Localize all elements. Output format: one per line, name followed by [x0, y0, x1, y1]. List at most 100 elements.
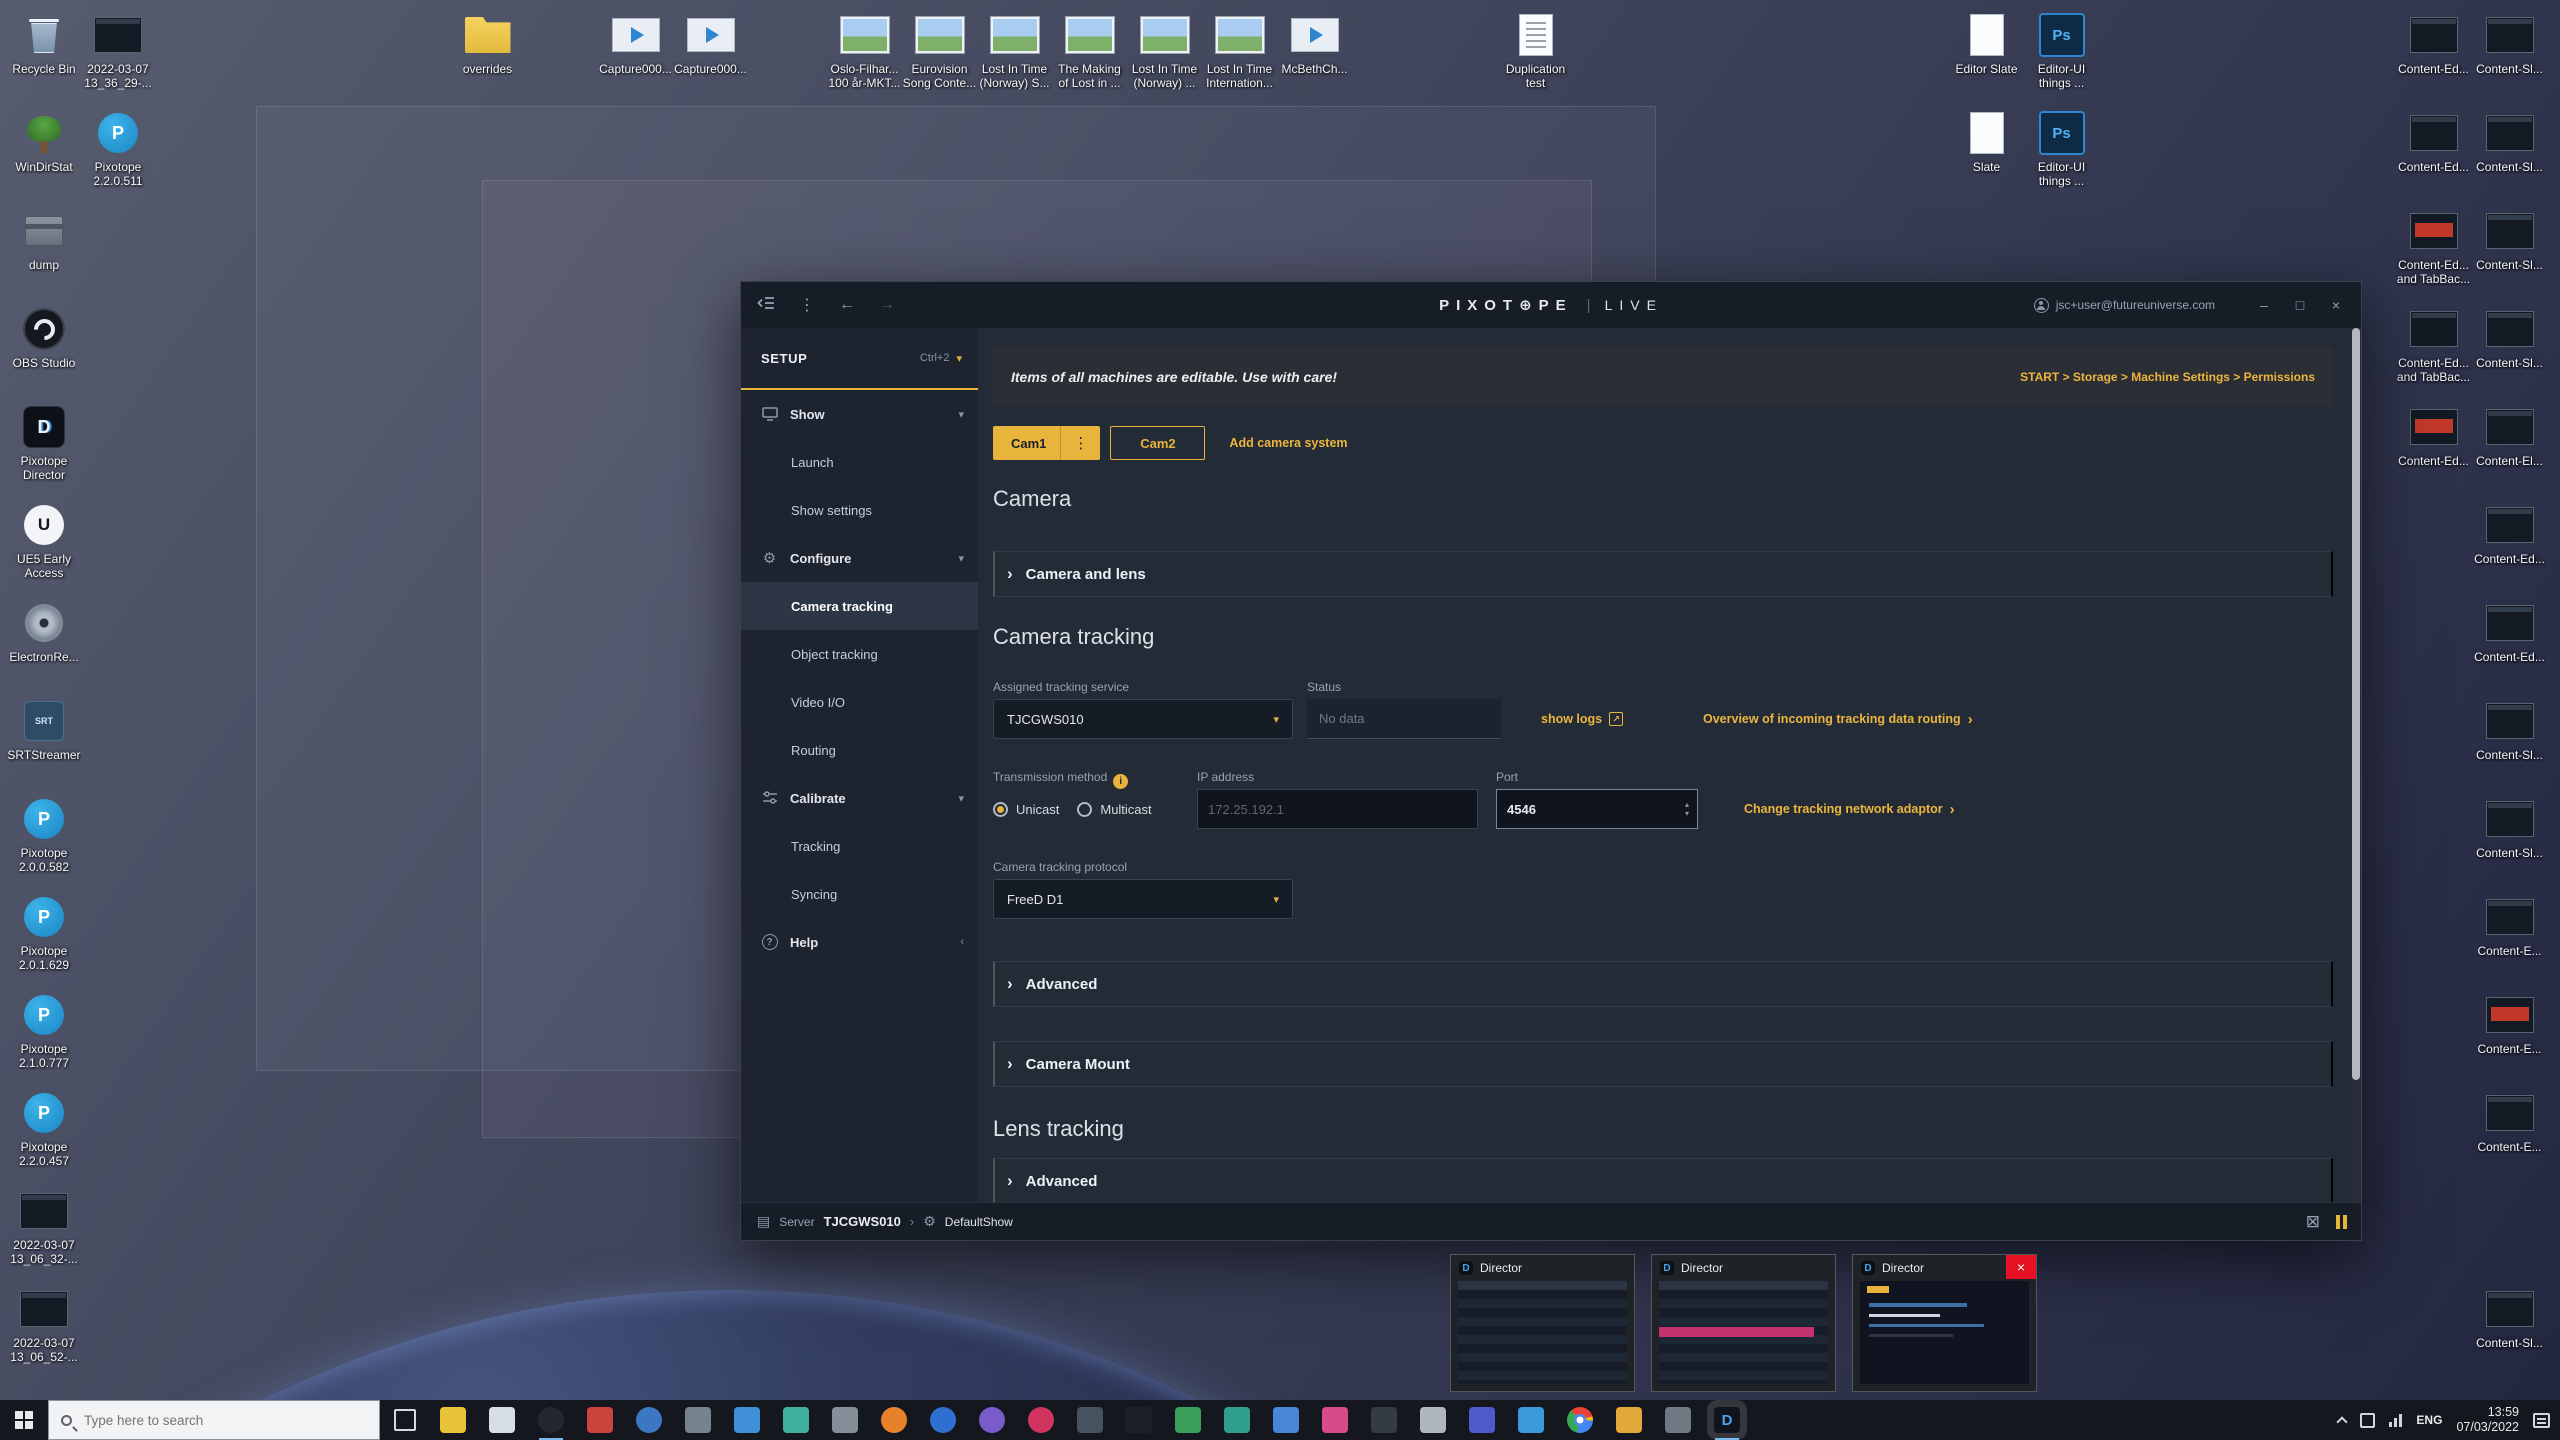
- taskbar-search[interactable]: [48, 1400, 380, 1440]
- desktop-icon[interactable]: Editor-UI things ...: [2024, 106, 2099, 204]
- collapse-sidebar-icon[interactable]: [757, 296, 775, 315]
- desktop-icon[interactable]: Content-Sl...: [2472, 204, 2547, 302]
- desktop-icon[interactable]: Content-Sl...: [2472, 694, 2547, 792]
- desktop-icon[interactable]: Content-E...: [2472, 988, 2547, 1086]
- sidebar-item-video-io[interactable]: Video I/O: [741, 678, 978, 726]
- ndi-app-icon[interactable]: [1371, 1407, 1397, 1433]
- green-app-icon[interactable]: [1175, 1407, 1201, 1433]
- desktop-icon[interactable]: Content-Ed... and TabBac...: [2396, 302, 2471, 400]
- desktop-icon[interactable]: 2022-03-07 13_06_32-...: [2, 1184, 86, 1282]
- task-view-button[interactable]: [394, 1409, 416, 1431]
- desktop-icon[interactable]: WinDirStat: [2, 106, 86, 204]
- microsoft-store-icon[interactable]: [489, 1407, 515, 1433]
- user-account[interactable]: jsc+user@futureuniverse.com: [2034, 298, 2215, 313]
- camera-and-lens-expander[interactable]: › Camera and lens: [993, 551, 2333, 597]
- desktop-icon[interactable]: Content-Sl...: [2472, 792, 2547, 890]
- desktop-icon[interactable]: Content-Ed...: [2472, 498, 2547, 596]
- search-input[interactable]: [82, 1412, 352, 1429]
- desktop-icon[interactable]: Content-Ed...: [2396, 8, 2471, 106]
- desktop-icon[interactable]: overrides: [450, 8, 525, 106]
- multicast-radio[interactable]: Multicast: [1077, 802, 1151, 817]
- desktop-icon[interactable]: Content-Sl...: [2472, 302, 2547, 400]
- setup-selector[interactable]: SETUP Ctrl+2 ▾: [741, 328, 978, 390]
- scrollbar-thumb[interactable]: [2352, 328, 2360, 1080]
- tracking-data-routing-link[interactable]: Overview of incoming tracking data routi…: [1703, 712, 1973, 727]
- stepper-icons[interactable]: ▴ ▾: [1685, 801, 1697, 818]
- lens-advanced-expander[interactable]: › Advanced: [993, 1158, 2333, 1202]
- show-logs-link[interactable]: show logs ↗: [1541, 712, 1623, 726]
- kebab-menu-icon[interactable]: ⋮: [799, 295, 815, 315]
- azure-app-icon[interactable]: [1273, 1407, 1299, 1433]
- director-preview-card[interactable]: D Director ×: [1651, 1254, 1836, 1392]
- tray-expand-icon[interactable]: [2337, 1416, 2348, 1427]
- blue-round-app-icon[interactable]: [636, 1407, 662, 1433]
- preview-close-button[interactable]: ×: [2006, 1255, 2036, 1279]
- desktop-icon[interactable]: Editor-UI things ...: [2024, 8, 2099, 106]
- network-icon[interactable]: [2389, 1414, 2402, 1427]
- desktop-icon[interactable]: Content-Ed... and TabBac...: [2396, 204, 2471, 302]
- desktop-icon[interactable]: [2472, 1184, 2547, 1282]
- desktop-icon[interactable]: Pixotope 2.0.0.582: [2, 792, 86, 890]
- amber-app-icon[interactable]: [1616, 1407, 1642, 1433]
- desktop-icon[interactable]: Lost In Time (Norway) ...: [1127, 8, 1202, 106]
- unicast-radio[interactable]: Unicast: [993, 802, 1059, 817]
- mint-app-icon[interactable]: [1224, 1407, 1250, 1433]
- grid-app-icon[interactable]: [734, 1407, 760, 1433]
- red-app-icon[interactable]: [587, 1407, 613, 1433]
- desktop-icon[interactable]: Content-El...: [2472, 400, 2547, 498]
- desktop-icon[interactable]: Lost In Time Internation...: [1202, 8, 1277, 106]
- action-center-icon[interactable]: [2533, 1413, 2550, 1428]
- assigned-tracking-service-select[interactable]: TJCGWS010 ▾: [993, 699, 1293, 739]
- desktop-icon[interactable]: OBS Studio: [2, 302, 86, 400]
- sidebar-item-show-settings[interactable]: Show settings: [741, 486, 978, 534]
- tab-cam1[interactable]: Cam1 ⋮: [993, 426, 1100, 460]
- sidebar-item-calibrate[interactable]: Calibrate ▾: [741, 774, 978, 822]
- maximize-button[interactable]: □: [2287, 291, 2313, 319]
- desktop-icon[interactable]: Pixotope 2.2.0.511: [76, 106, 160, 204]
- notepad-app-icon[interactable]: [1420, 1407, 1446, 1433]
- file-explorer-icon[interactable]: [440, 1407, 466, 1433]
- sidebar-item-routing[interactable]: Routing: [741, 726, 978, 774]
- desktop-icon[interactable]: 2022-03-07 13_36_29-...: [76, 8, 160, 106]
- sphere-app-icon[interactable]: [930, 1407, 956, 1433]
- desktop-icon[interactable]: ElectronRe...: [2, 596, 86, 694]
- add-camera-system-button[interactable]: Add camera system: [1229, 436, 1347, 450]
- desktop-icon[interactable]: Capture000...: [598, 8, 673, 106]
- desktop-icon[interactable]: Content-E...: [2472, 1086, 2547, 1184]
- shield-app-icon[interactable]: [685, 1407, 711, 1433]
- breadcrumb[interactable]: START > Storage > Machine Settings > Per…: [2020, 370, 2315, 384]
- chrome-icon[interactable]: [1567, 1407, 1593, 1433]
- desktop-icon[interactable]: Pixotope 2.1.0.777: [2, 988, 86, 1086]
- desktop-icon[interactable]: Content-Sl...: [2472, 1282, 2547, 1380]
- desktop-icon[interactable]: dump: [2, 204, 86, 302]
- back-icon[interactable]: ←: [839, 296, 855, 314]
- desktop-icon[interactable]: Capture000...: [673, 8, 748, 106]
- show-name[interactable]: DefaultShow: [945, 1215, 1013, 1229]
- teams-app-icon[interactable]: [1469, 1407, 1495, 1433]
- desktop-icon[interactable]: Content-E...: [2472, 890, 2547, 988]
- desktop-icon[interactable]: Slate: [1949, 106, 2024, 204]
- close-button[interactable]: ×: [2323, 291, 2349, 319]
- camera-app-icon[interactable]: [1665, 1407, 1691, 1433]
- advanced-expander[interactable]: › Advanced: [993, 961, 2333, 1007]
- desktop-icon[interactable]: McBethCh...: [1277, 8, 1352, 106]
- obs-studio-icon[interactable]: [538, 1407, 564, 1433]
- sidebar-item-show[interactable]: Show ▾: [741, 390, 978, 438]
- grey-app-icon[interactable]: [832, 1407, 858, 1433]
- spin-down-icon[interactable]: ▾: [1685, 810, 1689, 818]
- scrollbar[interactable]: [2351, 328, 2361, 1202]
- tray-device-icon[interactable]: [2360, 1413, 2375, 1428]
- port-input[interactable]: [1497, 802, 1685, 817]
- purple-app-icon[interactable]: [979, 1407, 1005, 1433]
- change-network-adaptor-link[interactable]: Change tracking network adaptor ›: [1744, 802, 1955, 817]
- desktop-icon[interactable]: Eurovision Song Conte...: [902, 8, 977, 106]
- spin-up-icon[interactable]: ▴: [1685, 801, 1689, 809]
- desktop-icon[interactable]: Content-Sl...: [2472, 8, 2547, 106]
- desktop-icon[interactable]: Oslo-Filhar... 100 år-MKT...: [827, 8, 902, 106]
- desktop-icon[interactable]: Recycle Bin: [2, 8, 86, 106]
- sidebar-item-syncing[interactable]: Syncing: [741, 870, 978, 918]
- skype-app-icon[interactable]: [1518, 1407, 1544, 1433]
- camera-tracking-protocol-select[interactable]: FreeD D1 ▾: [993, 879, 1293, 919]
- desktop-icon[interactable]: Content-Ed...: [2396, 106, 2471, 204]
- desktop-icon[interactable]: UE5 Early Access: [2, 498, 86, 596]
